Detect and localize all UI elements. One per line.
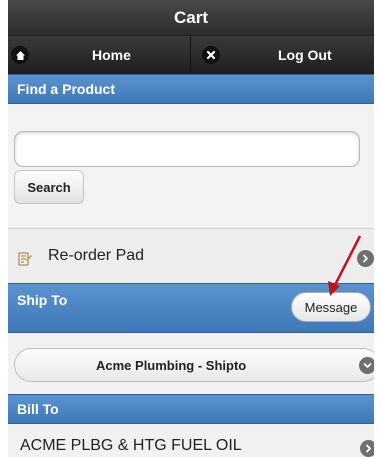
close-icon [202,46,220,64]
bill-to-header: Bill To [8,394,374,424]
find-product-panel: Search [8,104,374,228]
nav-home-button[interactable]: Home [8,36,191,74]
bill-to-item[interactable]: ACME PLBG & HTG FUEL OIL [8,424,374,457]
search-button[interactable]: Search [14,170,84,204]
page-title: Cart [8,0,374,36]
chevron-right-icon [357,250,374,267]
reorder-pad-item[interactable]: Re-order Pad [8,228,374,283]
bill-to-title: Bill To [17,401,59,417]
ship-to-panel: Acme Plumbing - Shipto [8,333,374,394]
message-button[interactable]: Message [291,292,371,322]
nav-logout-label: Log Out [278,47,332,63]
ship-to-title: Ship To [17,292,68,308]
chevron-right-icon [360,440,374,457]
ship-to-selected-value: Acme Plumbing - Shipto [96,358,247,373]
home-icon [11,46,29,64]
reorder-pad-label: Re-order Pad [48,247,145,264]
message-button-label: Message [304,299,358,315]
ship-to-select[interactable]: Acme Plumbing - Shipto [14,348,374,382]
page-title-text: Cart [173,7,208,27]
bill-to-value: ACME PLBG & HTG FUEL OIL [20,437,242,454]
chevron-down-icon [359,357,374,374]
nav-home-label: Home [92,47,131,63]
nav-bar: Home Log Out [8,36,374,74]
search-button-label: Search [27,179,71,195]
nav-logout-button[interactable]: Log Out [192,36,374,74]
find-product-header: Find a Product [8,74,374,104]
search-input[interactable] [14,131,360,167]
cart-screen: Cart Home Log Out Find a Product Search [8,0,374,457]
find-product-title: Find a Product [17,81,115,97]
document-icon [18,251,32,266]
